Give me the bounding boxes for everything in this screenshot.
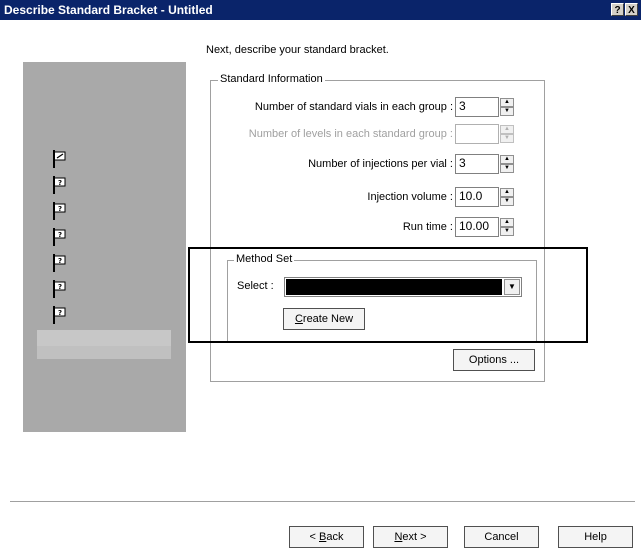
injection-volume-stepper[interactable]: 10.0 ▲ ▼ xyxy=(455,187,515,207)
injections-per-vial-stepper[interactable]: 3 ▲ ▼ xyxy=(455,154,515,174)
step-flag-pending-icon: ? xyxy=(53,280,66,298)
help-button[interactable]: Help xyxy=(558,526,633,548)
run-time-stepper[interactable]: 10.00 ▲ ▼ xyxy=(455,217,515,237)
injection-volume-label: Injection volume : xyxy=(367,191,453,203)
step-flag-pending-icon: ? xyxy=(53,176,66,194)
back-button[interactable]: < Back xyxy=(289,526,364,548)
svg-text:?: ? xyxy=(58,205,62,213)
spin-down-icon: ▼ xyxy=(500,134,514,143)
spin-down-icon[interactable]: ▼ xyxy=(500,164,514,173)
levels-per-group-stepper: ▲ ▼ xyxy=(455,124,515,144)
help-title-button[interactable]: ? xyxy=(611,3,624,16)
current-step-highlight xyxy=(37,330,171,346)
run-time-label: Run time : xyxy=(402,221,453,233)
spin-up-icon: ▲ xyxy=(500,125,514,134)
standard-vials-stepper[interactable]: 3 ▲ ▼ xyxy=(455,97,515,117)
options-button[interactable]: Options ... xyxy=(453,349,535,371)
standard-vials-label: Number of standard vials in each group : xyxy=(254,101,453,113)
spin-down-icon[interactable]: ▼ xyxy=(500,197,514,206)
levels-per-group-label: Number of levels in each standard group … xyxy=(248,128,453,140)
cancel-button[interactable]: Cancel xyxy=(464,526,539,548)
standard-information-label: Standard Information xyxy=(218,73,325,85)
title-bar: Describe Standard Bracket - Untitled ? X xyxy=(0,0,641,20)
dialog-window: Describe Standard Bracket - Untitled ? X… xyxy=(0,0,641,548)
levels-per-group-field xyxy=(455,124,499,144)
svg-text:?: ? xyxy=(58,257,62,265)
step-flag-current-icon: ? xyxy=(53,306,66,324)
injections-per-vial-field[interactable]: 3 xyxy=(455,154,499,174)
footer-separator xyxy=(10,501,635,503)
dialog-title: Describe Standard Bracket - Untitled xyxy=(4,3,213,17)
svg-text:?: ? xyxy=(58,231,62,239)
current-step-highlight-lower xyxy=(37,346,171,359)
step-flag-completed-icon xyxy=(53,150,66,168)
standard-vials-field[interactable]: 3 xyxy=(455,97,499,117)
next-button[interactable]: Next > xyxy=(373,526,448,548)
spin-up-icon[interactable]: ▲ xyxy=(500,218,514,227)
intro-text: Next, describe your standard bracket. xyxy=(206,44,389,56)
close-title-button[interactable]: X xyxy=(625,3,638,16)
spin-down-icon[interactable]: ▼ xyxy=(500,107,514,116)
injections-per-vial-label: Number of injections per vial : xyxy=(308,158,453,170)
spin-up-icon[interactable]: ▲ xyxy=(500,188,514,197)
step-flag-pending-icon: ? xyxy=(53,228,66,246)
method-set-highlight-box xyxy=(188,247,588,343)
svg-text:?: ? xyxy=(58,309,62,317)
spin-up-icon[interactable]: ▲ xyxy=(500,98,514,107)
run-time-field[interactable]: 10.00 xyxy=(455,217,499,237)
spin-down-icon[interactable]: ▼ xyxy=(500,227,514,236)
step-flag-pending-icon: ? xyxy=(53,254,66,272)
spin-up-icon[interactable]: ▲ xyxy=(500,155,514,164)
injection-volume-field[interactable]: 10.0 xyxy=(455,187,499,207)
svg-text:?: ? xyxy=(58,179,62,187)
wizard-step-panel: ? ? ? ? ? ? xyxy=(23,62,186,432)
dialog-body: ? ? ? ? ? ? Next, describe your standard… xyxy=(0,20,641,548)
step-flag-pending-icon: ? xyxy=(53,202,66,220)
svg-text:?: ? xyxy=(58,283,62,291)
